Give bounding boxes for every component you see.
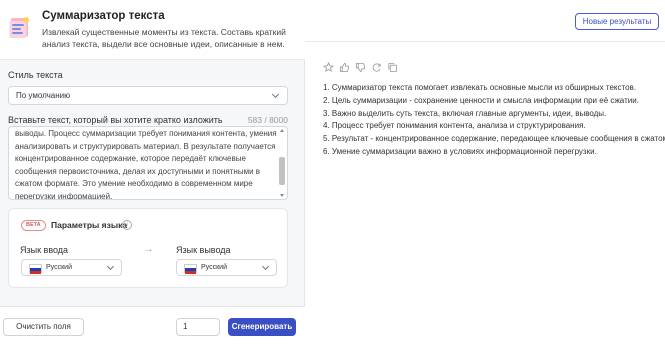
output-language-select[interactable]: Русский [176,259,277,276]
russia-flag-icon [184,264,197,274]
output-language-value: Русский [201,264,227,271]
scroll-down-arrow-icon[interactable] [280,194,284,197]
summary-line: 4. Процесс требует понимания контента, а… [323,121,586,131]
generate-button[interactable]: Сгенерировать [228,318,296,336]
result-actions [323,62,398,73]
chevron-down-icon [271,90,280,99]
input-language-label: Язык ввода [20,245,69,255]
scroll-thumb[interactable] [279,157,285,185]
beta-badge: BETA [21,220,46,231]
summary-line: 6. Умение суммаризации важно в условиях … [323,146,597,156]
copy-icon[interactable] [387,62,398,73]
tool-header: Суммаризатор текста Извлекай существенны… [0,0,305,60]
language-settings-card: BETA Параметры языка i Язык ввода → Язык… [8,208,288,288]
output-language-label: Язык вывода [176,245,231,255]
summary-line: 2. Цель суммаризации - сохранение ценнос… [323,95,639,105]
input-text-label: Вставьте текст, который вы хотите кратко… [8,115,223,125]
tool-description: Извлекай существенные моменты из текста.… [42,27,286,49]
language-settings-title: Параметры языка [51,220,128,230]
summary-line: 1. Суммаризатор текста помогает извлекат… [323,83,637,92]
source-text-area[interactable]: выводы. Процесс суммаризации требует пон… [8,126,288,200]
input-footer: Очистить поля 1 Сгенерировать [0,306,305,350]
chevron-down-icon [106,262,115,271]
style-select-value: По умолчанию [16,91,71,100]
new-results-button[interactable]: Новые результаты [575,13,659,30]
info-icon[interactable]: i [122,220,132,230]
textarea-scrollbar[interactable] [279,129,285,197]
scroll-up-arrow-icon[interactable] [280,129,284,132]
summary-line: 3. Важно выделить суть текста, включая г… [323,108,607,118]
input-panel: Суммаризатор текста Извлекай существенны… [0,0,305,350]
source-text: выводы. Процесс суммаризации требует пон… [15,129,277,200]
style-select[interactable]: По умолчанию [8,86,288,105]
star-icon[interactable] [323,62,334,73]
style-label: Стиль текста [8,70,63,80]
thumbs-down-icon[interactable] [355,62,366,73]
tool-title: Суммаризатор текста [42,10,165,22]
input-language-select[interactable]: Русский [21,259,122,276]
summary-result: 1. Суммаризатор текста помогает извлекат… [323,82,665,159]
results-panel: Новые результаты 1. Суммаризатор текста … [305,0,665,350]
clear-fields-button[interactable]: Очистить поля [3,318,84,336]
summarizer-icon [9,17,29,38]
refresh-icon[interactable] [371,62,382,73]
character-counter: 583 / 8000 [247,115,288,125]
results-count-input[interactable]: 1 [176,318,220,336]
summary-line: 5. Результат - концентрированное содержа… [323,134,665,144]
results-divider [305,41,665,42]
chevron-down-icon [261,262,270,271]
russia-flag-icon [29,264,42,274]
arrow-right-icon: → [143,243,154,255]
thumbs-up-icon[interactable] [339,62,350,73]
input-language-value: Русский [46,264,72,271]
